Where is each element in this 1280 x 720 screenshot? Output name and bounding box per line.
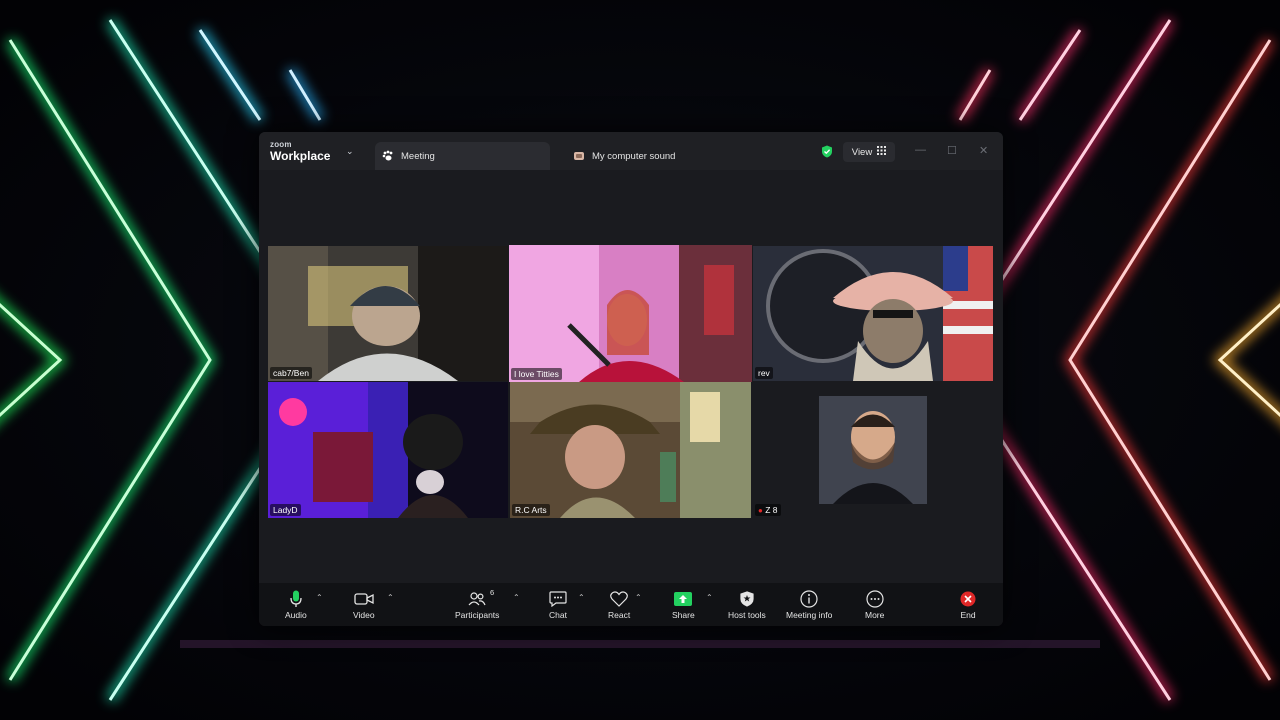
participant-name: rev [755,367,773,379]
chevron-up-icon[interactable]: ⌃ [316,593,323,602]
heart-icon [610,589,628,609]
host-tools-button[interactable]: Host tools [728,589,766,620]
chat-label: Chat [549,610,567,620]
paw-icon [381,149,395,163]
video-feed [753,246,993,381]
participants-icon [468,589,486,609]
video-tile[interactable]: cab7/Ben [268,246,508,381]
shield-check-icon[interactable] [821,145,833,163]
participant-name: cab7/Ben [270,367,312,379]
chevron-up-icon[interactable]: ⌃ [578,593,585,602]
react-button[interactable]: React [608,589,630,620]
info-icon [800,589,818,609]
share-screen-icon [674,589,693,609]
video-tile[interactable]: ● Z 8 [753,382,993,518]
maximize-icon[interactable]: ☐ [947,144,957,157]
more-icon [866,589,884,609]
video-tile[interactable]: rev [753,246,993,381]
tab-label: My computer sound [592,150,676,162]
brand-big: Workplace [270,149,331,163]
chevron-up-icon[interactable]: ⌃ [635,593,642,602]
host-tools-label: Host tools [728,610,766,620]
meeting-toolbar: Audio ⌃ Video ⌃ Participants 6 ⌃ Chat ⌃ [259,583,1003,626]
chat-button[interactable]: Chat [549,589,567,620]
brand-small: zoom [270,140,292,149]
video-tile-active-speaker[interactable]: I love Titties [509,245,752,382]
audio-label: Audio [285,610,307,620]
title-bar: zoom Workplace ⌄ Meeting My computer sou… [259,132,1003,170]
video-feed [268,246,508,381]
grid-icon [877,146,887,158]
audio-button[interactable]: Audio [285,589,307,620]
video-label: Video [353,610,375,620]
chevron-up-icon[interactable]: ⌃ [513,593,520,602]
audio-share-icon [572,149,586,163]
participant-name: LadyD [270,504,301,516]
video-tile[interactable]: R.C Arts [510,382,751,518]
minimize-icon[interactable]: — [915,144,926,156]
more-label: More [865,610,885,620]
participant-name: R.C Arts [512,504,550,516]
video-feed [268,382,508,518]
meeting-info-label: Meeting info [786,610,833,620]
video-button[interactable]: Video [353,589,375,620]
tab-computer-sound[interactable]: My computer sound [564,142,754,170]
share-button[interactable]: Share [672,589,695,620]
chevron-up-icon[interactable]: ⌃ [706,593,713,602]
view-button[interactable]: View [843,142,895,162]
zoom-window: zoom Workplace ⌄ Meeting My computer sou… [259,132,1003,626]
react-label: React [608,610,631,620]
video-feed [509,245,752,382]
tab-meeting[interactable]: Meeting [375,142,550,170]
participant-name: Z 8 [765,505,778,515]
share-label: Share [672,610,695,620]
chevron-up-icon[interactable]: ⌃ [387,593,394,602]
close-icon[interactable]: ✕ [979,144,988,157]
video-feed [753,382,993,518]
chat-icon [549,589,567,609]
end-label: End [960,610,976,620]
shield-icon [740,589,754,609]
view-label: View [851,146,873,158]
participant-name: I love Titties [511,368,562,380]
participant-name-muted: ● Z 8 [755,504,781,516]
microphone-icon [290,589,302,609]
video-feed [510,382,751,518]
chevron-down-icon[interactable]: ⌄ [346,146,354,157]
end-button[interactable]: End [960,589,976,620]
video-camera-icon [354,589,374,609]
participants-count: 6 [490,588,495,597]
meeting-info-button[interactable]: Meeting info [786,589,832,620]
end-call-icon [960,589,976,609]
mic-muted-icon: ● [758,506,763,515]
tab-label: Meeting [401,150,435,162]
more-button[interactable]: More [865,589,884,620]
video-tile[interactable]: LadyD [268,382,508,518]
participants-label: Participants [455,610,500,620]
zoom-workplace-logo[interactable]: zoom Workplace [270,140,331,163]
